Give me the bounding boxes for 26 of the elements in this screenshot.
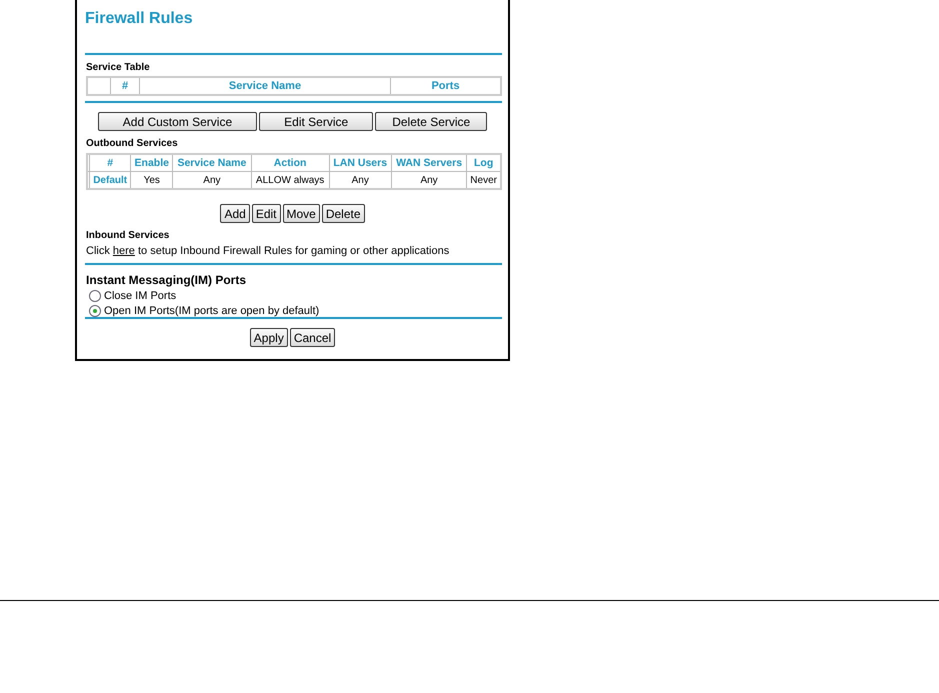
here-link[interactable]: here	[112, 245, 135, 257]
radio-button[interactable]	[89, 290, 101, 302]
inbound-description: Click here to setup Inbound Firewall Rules for gaming or other applications	[85, 245, 450, 257]
button[interactable]: Edit Service	[259, 112, 374, 131]
button[interactable]: Delete Service	[375, 112, 488, 131]
button[interactable]: Add	[220, 204, 250, 223]
section-label: Inbound Services	[85, 230, 170, 241]
column-header: WAN Servers	[391, 154, 467, 172]
button[interactable]: Delete	[322, 204, 365, 223]
radio-button[interactable]	[89, 305, 101, 317]
page-title: Firewall Rules	[84, 10, 194, 29]
column-header: Enable	[130, 154, 173, 172]
button[interactable]: Add Custom Service	[98, 112, 258, 131]
section-label: Service Table	[85, 62, 151, 73]
column-header: #	[90, 154, 131, 172]
section-label: Instant Messaging(IM) Ports	[85, 273, 248, 287]
column-header: Service Name	[172, 154, 252, 172]
column-header: Action	[251, 154, 330, 172]
button[interactable]: Apply	[250, 328, 288, 347]
button[interactable]: Move	[282, 204, 320, 223]
button[interactable]: Edit	[252, 204, 280, 223]
column-header: LAN Users	[329, 154, 392, 172]
radio-label: Open IM Ports(IM ports are open by default)	[104, 305, 320, 317]
section-label: Outbound Services	[85, 138, 179, 149]
radio-label: Close IM Ports	[104, 290, 176, 302]
button[interactable]: Cancel	[290, 328, 336, 347]
